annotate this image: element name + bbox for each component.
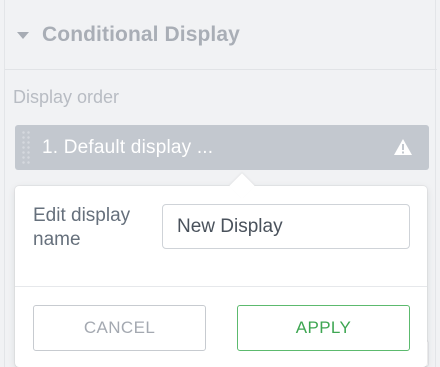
edit-display-name-popover: Edit display name CANCEL APPLY	[15, 173, 427, 367]
popover-divider	[15, 286, 427, 287]
display-item-label: 1. Default display ...	[42, 136, 214, 158]
cancel-button[interactable]: CANCEL	[33, 305, 206, 351]
apply-button[interactable]: APPLY	[237, 305, 410, 351]
edit-display-name-label: Edit display name	[33, 205, 131, 250]
display-order-label: Display order	[13, 87, 120, 107]
section-header[interactable]: Conditional Display	[5, 0, 437, 70]
caret-down-icon[interactable]	[17, 31, 29, 39]
display-order-item[interactable]: 1. Default display ...	[15, 125, 429, 170]
section-title: Conditional Display	[42, 22, 240, 46]
warning-icon	[394, 139, 412, 155]
drag-handle-icon[interactable]	[21, 130, 31, 165]
display-name-input[interactable]	[162, 204, 410, 249]
